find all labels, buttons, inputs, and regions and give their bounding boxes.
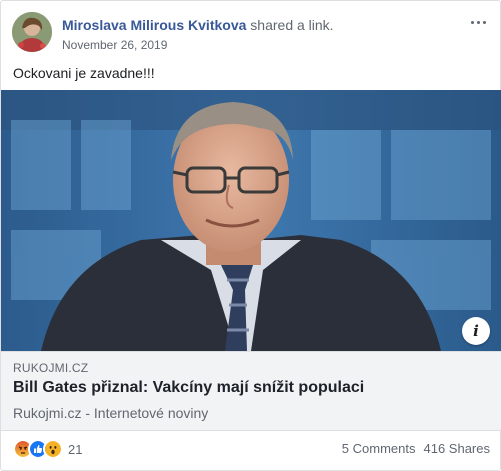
post-footer: 21 5 Comments 416 Shares (13, 438, 490, 460)
author-line: Miroslava Milirous Kvitkova shared a lin… (62, 16, 334, 34)
link-preview-meta[interactable]: RUKOJMI.CZ Bill Gates přiznal: Vakcíny m… (1, 351, 501, 431)
post-header: Miroslava Milirous Kvitkova shared a lin… (12, 12, 492, 56)
author-action: shared a link. (250, 17, 334, 33)
post-card: Miroslava Milirous Kvitkova shared a lin… (0, 0, 501, 471)
reaction-count: 21 (68, 441, 83, 457)
comments-count-link[interactable]: 5 Comments (342, 441, 416, 456)
link-preview-image[interactable]: i (1, 90, 501, 351)
post-stats: 5 Comments 416 Shares (342, 441, 490, 456)
post-text: Ockovani je zavadne!!! (13, 65, 155, 81)
link-domain: RUKOJMI.CZ (13, 361, 89, 375)
post-date[interactable]: November 26, 2019 (62, 37, 167, 53)
author-name[interactable]: Miroslava Milirous Kvitkova (62, 17, 246, 33)
reactions-summary[interactable]: 21 (13, 439, 82, 459)
avatar[interactable] (12, 12, 52, 52)
link-description: Rukojmi.cz - Internetové noviny (13, 405, 209, 421)
shares-count-link[interactable]: 416 Shares (424, 441, 491, 456)
wow-icon (43, 439, 63, 459)
more-options-icon[interactable] (466, 12, 490, 32)
info-icon[interactable]: i (462, 317, 490, 345)
link-title[interactable]: Bill Gates přiznal: Vakcíny mají snížit … (13, 378, 364, 398)
